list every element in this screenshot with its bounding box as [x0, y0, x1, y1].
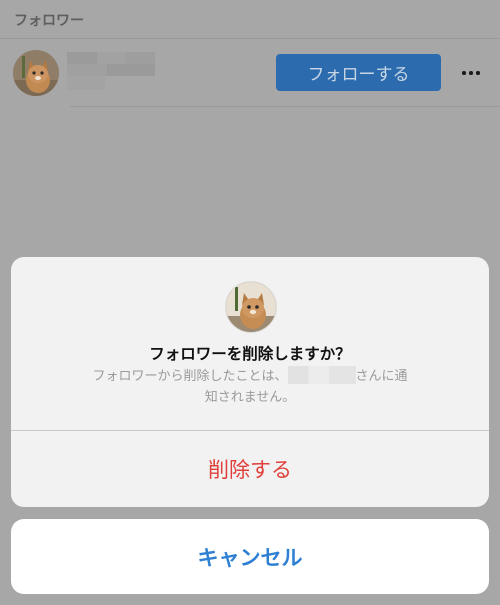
cat-avatar-image	[226, 282, 276, 332]
cat-avatar-image	[13, 50, 59, 96]
sheet-avatar	[225, 281, 277, 333]
cancel-button[interactable]: キャンセル	[11, 519, 489, 594]
section-title: フォロワー	[14, 13, 84, 29]
follow-button[interactable]: フォローする	[276, 54, 441, 91]
redacted-username	[67, 52, 155, 90]
more-horizontal-icon[interactable]	[456, 60, 486, 84]
redacted-username	[287, 366, 356, 384]
message-text-before: フォロワーから削除したことは、	[92, 369, 288, 384]
sheet-title: フォロワーを削除しますか？	[149, 345, 351, 363]
remove-follower-sheet: フォロワーを削除しますか？ フォロワーから削除したことは、 さんに通 知されません…	[11, 257, 489, 507]
message-text-after: さんに通	[355, 369, 408, 384]
follower-avatar[interactable]	[13, 50, 59, 96]
section-header: フォロワー	[0, 0, 500, 39]
message-line-2: 知されません。	[204, 390, 296, 405]
row-divider	[70, 106, 500, 107]
delete-button[interactable]: 削除する	[11, 431, 489, 507]
sheet-message: フォロワーから削除したことは、 さんに通 知されません。	[11, 366, 489, 408]
